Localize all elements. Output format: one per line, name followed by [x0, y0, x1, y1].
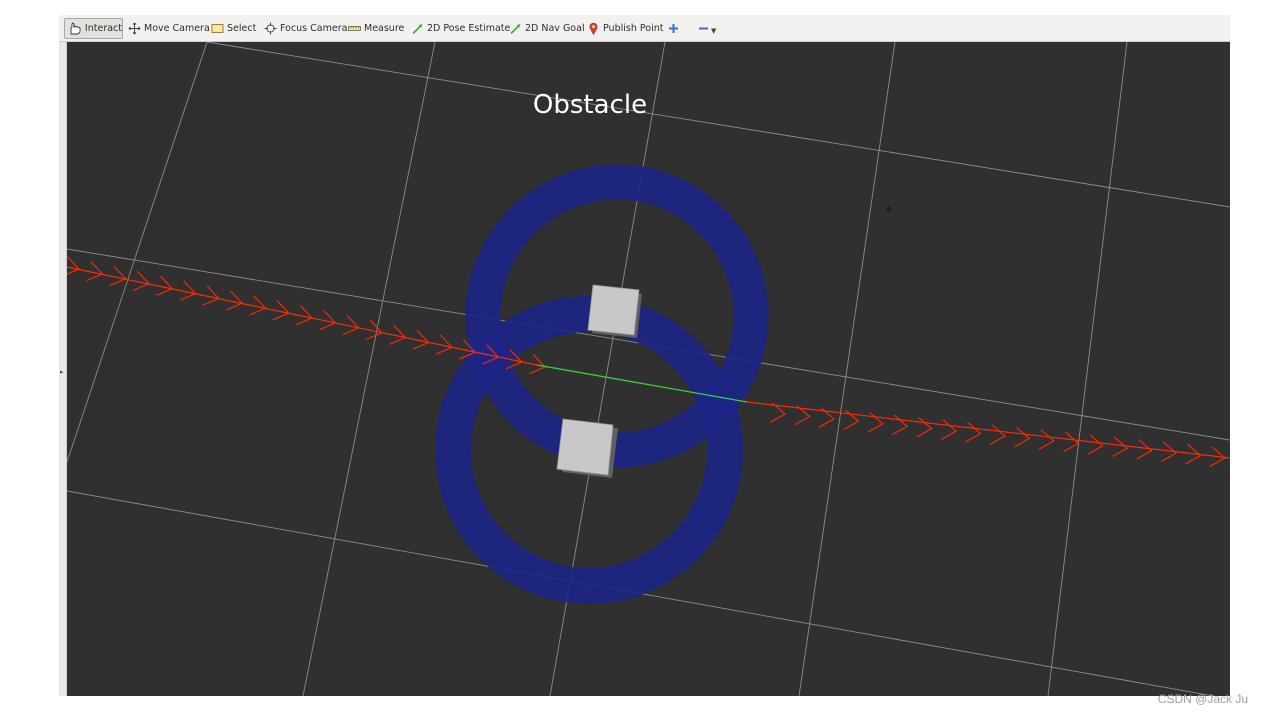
move-camera-icon	[127, 22, 141, 36]
hand-icon	[68, 22, 82, 36]
focus-camera-label: Focus Camera	[280, 23, 348, 34]
path-arrow-marker	[965, 421, 982, 443]
nav-goal-label: 2D Nav Goal	[525, 23, 585, 34]
path-arrow-marker	[1063, 431, 1080, 453]
measure-label: Measure	[364, 23, 405, 34]
path-arrow-marker	[1087, 434, 1104, 455]
green-arrow-icon	[508, 22, 522, 36]
select-tool-button[interactable]: Select	[210, 18, 256, 39]
move-camera-label: Move Camera	[144, 23, 210, 34]
ruler-icon	[347, 22, 361, 36]
focus-camera-tool-button[interactable]: Focus Camera	[263, 18, 347, 39]
path-arrow-marker	[1136, 439, 1153, 460]
3d-render-viewport[interactable]: Obstacle	[67, 42, 1230, 696]
plus-icon	[666, 22, 680, 36]
minus-icon	[696, 22, 710, 36]
map-pin-icon	[586, 22, 600, 36]
scene-dot	[886, 206, 892, 212]
pose-estimate-tool-button[interactable]: 2D Pose Estimate	[410, 18, 510, 39]
path-arrow-marker	[916, 417, 933, 438]
tools-toolbar: Interact Move Camera Select Focus Camera…	[59, 15, 1230, 42]
select-box-icon	[210, 22, 224, 36]
obstacle-box-lower	[556, 418, 618, 478]
measure-tool-button[interactable]: Measure	[347, 18, 404, 39]
path-arrow-marker	[1014, 426, 1031, 448]
add-tool-button[interactable]	[666, 18, 683, 39]
rviz-window: Interact Move Camera Select Focus Camera…	[59, 15, 1230, 696]
nav-goal-tool-button[interactable]: 2D Nav Goal	[508, 18, 585, 39]
interact-tool-button[interactable]: Interact	[64, 18, 123, 39]
obstacle-box-upper	[587, 284, 642, 338]
path-arrow-marker	[67, 256, 80, 275]
watermark-text: CSDN @Jack Ju	[1157, 692, 1248, 706]
green-arrow-icon	[410, 22, 424, 36]
select-label: Select	[227, 23, 257, 34]
path-arrow-marker	[1112, 436, 1129, 458]
path-arrow-marker	[1038, 429, 1055, 450]
obstacle-text-marker: Obstacle	[532, 90, 648, 120]
obstacle-rings	[435, 164, 769, 604]
move-camera-tool-button[interactable]: Move Camera	[127, 18, 210, 39]
pose-estimate-label: 2D Pose Estimate	[427, 23, 511, 34]
publish-point-tool-button[interactable]: Publish Point	[586, 18, 663, 39]
remove-tool-button[interactable]: ▼	[696, 18, 716, 39]
path-arrow-marker	[892, 414, 909, 436]
publish-point-label: Publish Point	[603, 23, 664, 34]
crosshair-icon	[263, 22, 277, 36]
chevron-down-icon[interactable]: ▼	[711, 27, 716, 35]
path-arrow-marker	[940, 419, 958, 440]
scene-canvas	[67, 42, 1230, 696]
path-arrow-marker	[867, 412, 884, 433]
collapsed-displays-panel[interactable]: ▸	[59, 42, 67, 696]
path-arrow-marker	[989, 424, 1006, 445]
floor-grid	[67, 42, 1230, 696]
expand-panel-icon[interactable]: ▸	[60, 368, 64, 376]
interact-label: Interact	[84, 23, 122, 34]
global-path-line-right	[746, 401, 1230, 459]
